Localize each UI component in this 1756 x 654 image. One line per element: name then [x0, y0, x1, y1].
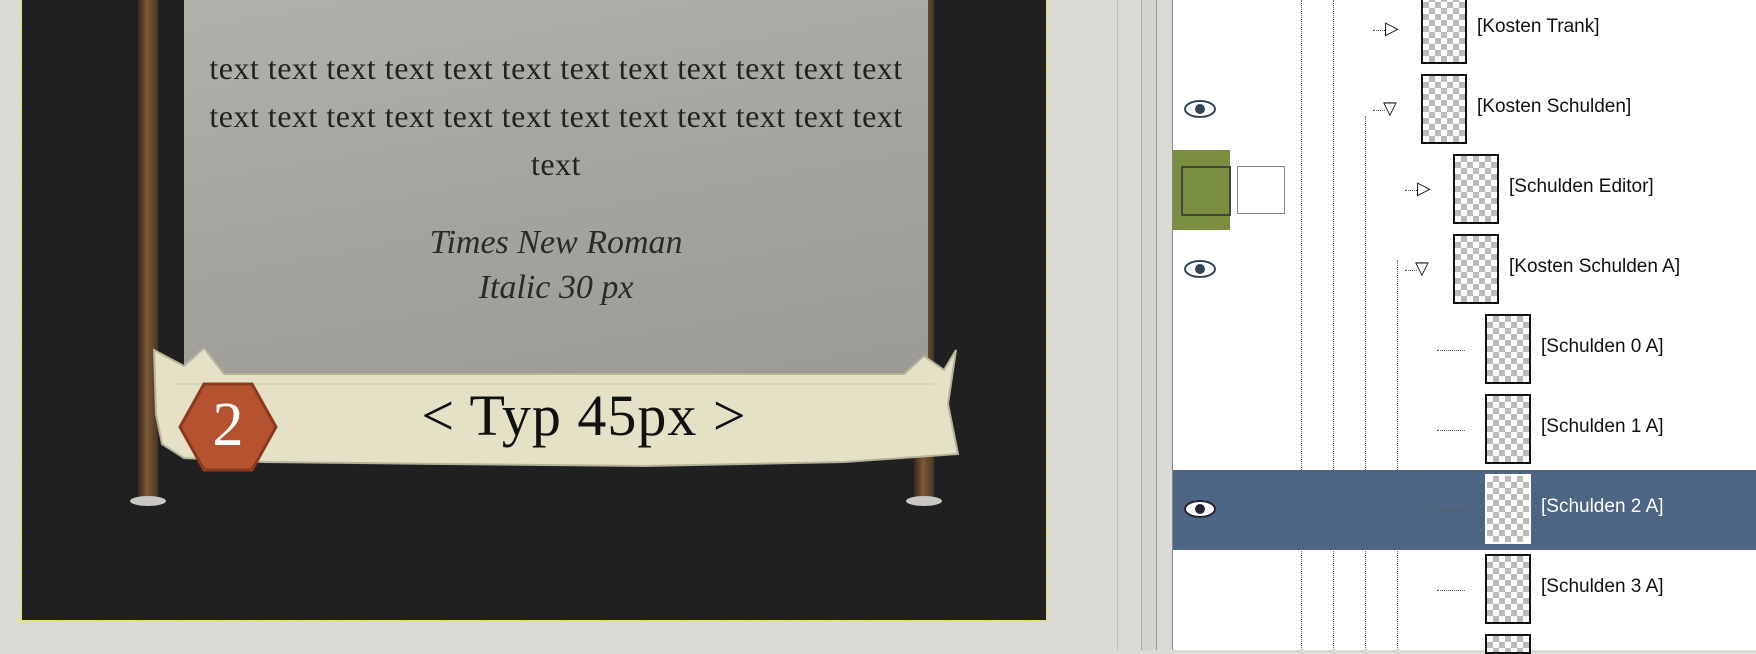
- triangle-right-icon[interactable]: ▷: [1385, 18, 1399, 38]
- layer-row-kosten-schulden[interactable]: ▽ [Kosten Schulden]: [1173, 70, 1756, 150]
- tree-branch: [1373, 30, 1385, 31]
- cost-badge: 2: [178, 382, 278, 472]
- layer-row-schulden-editor[interactable]: ▷ [Schulden Editor]: [1173, 150, 1756, 230]
- layer-thumbnail: [1485, 554, 1531, 624]
- layer-thumbnail: [1453, 154, 1499, 224]
- layer-row-kosten-trank[interactable]: ▷ [Kosten Trank]: [1173, 0, 1756, 70]
- layer-name: [Kosten Trank]: [1477, 16, 1600, 37]
- canvas-vertical-scrollbar[interactable]: [1117, 0, 1142, 650]
- triangle-down-icon[interactable]: ▽: [1383, 98, 1397, 118]
- layer-name: [Schulden 1 A]: [1541, 416, 1664, 437]
- layers-panel: ▷ [Kosten Trank] ▽ [Kosten Schulden] ▷ […: [1172, 0, 1756, 654]
- layer-row-schulden-3-a[interactable]: [Schulden 3 A]: [1173, 550, 1756, 630]
- tree-branch: [1405, 190, 1417, 191]
- layer-thumbnail: [1421, 74, 1467, 144]
- card-image[interactable]: text text text text text text text text …: [21, 0, 1047, 621]
- triangle-right-icon[interactable]: ▷: [1417, 178, 1431, 198]
- right-pole-cap: [906, 496, 942, 506]
- font-sample-line-2: Italic 30 px: [478, 269, 634, 306]
- parchment-text-box: text text text text text text text text …: [184, 0, 928, 400]
- layer-name: [Kosten Schulden A]: [1509, 256, 1681, 277]
- font-sample-line-1: Times New Roman: [429, 224, 683, 261]
- layer-thumbnail: [1485, 634, 1531, 654]
- type-banner: 2 < Typ 45px >: [144, 344, 960, 472]
- left-pole-cap: [130, 496, 166, 506]
- layer-thumbnail: [1485, 394, 1531, 464]
- layer-thumbnail: [1485, 474, 1531, 544]
- tree-branch: [1437, 430, 1465, 431]
- tree-branch: [1437, 510, 1465, 511]
- eye-icon[interactable]: [1183, 98, 1217, 120]
- cost-value: 2: [212, 391, 244, 459]
- layer-row-kosten-schulden-a[interactable]: ▽ [Kosten Schulden A]: [1173, 230, 1756, 310]
- eye-icon[interactable]: [1183, 258, 1217, 280]
- layer-name: [Kosten Schulden]: [1477, 96, 1632, 117]
- layer-thumbnail: [1453, 234, 1499, 304]
- layer-name: [Schulden 0 A]: [1541, 336, 1664, 357]
- layer-row-schulden-1-a[interactable]: [Schulden 1 A]: [1173, 390, 1756, 470]
- layer-thumbnail: [1421, 0, 1467, 64]
- layer-row-schulden-2-a[interactable]: [Schulden 2 A]: [1173, 470, 1756, 550]
- layer-row-schulden-0-a[interactable]: [Schulden 0 A]: [1173, 310, 1756, 390]
- layer-name: [Schulden Editor]: [1509, 176, 1654, 197]
- tree-branch: [1437, 350, 1465, 351]
- card-body-text: text text text text text text text text …: [209, 50, 903, 182]
- eye-icon[interactable]: [1183, 498, 1217, 520]
- layer-thumbnail: [1485, 314, 1531, 384]
- card-type-label: < Typ 45px >: [421, 383, 747, 448]
- font-sample-text: Times New Roman Italic 30 px: [184, 220, 928, 310]
- triangle-down-icon[interactable]: ▽: [1415, 258, 1429, 278]
- layer-name: [Schulden 3 A]: [1541, 576, 1664, 597]
- layer-name: [Schulden 2 A]: [1541, 496, 1664, 517]
- tree-branch: [1437, 590, 1465, 591]
- canvas-area[interactable]: text text text text text text text text …: [0, 0, 1117, 650]
- panel-separator[interactable]: [1141, 0, 1157, 650]
